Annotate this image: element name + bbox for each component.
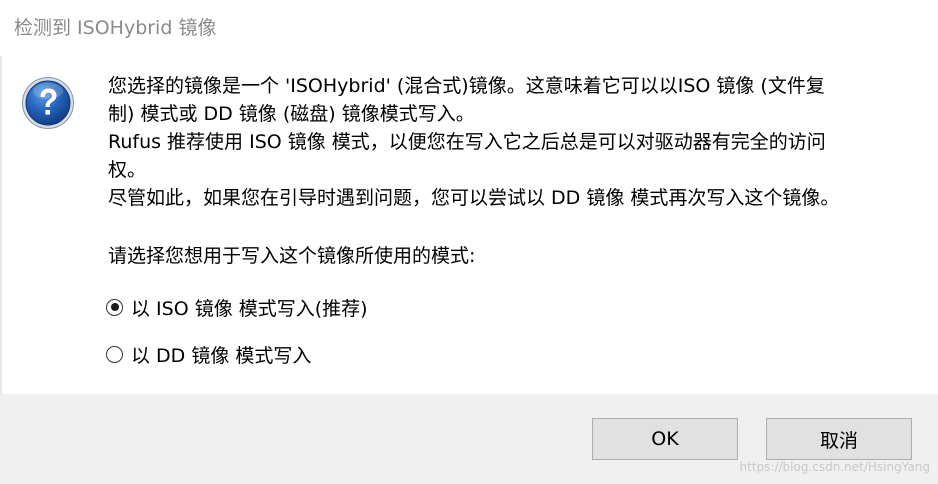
- radio-option-dd[interactable]: 以 DD 镜像 模式写入: [106, 340, 311, 368]
- dialog-title: 检测到 ISOHybrid 镜像: [14, 17, 217, 39]
- radio-option-iso[interactable]: 以 ISO 镜像 模式写入(推荐): [106, 293, 368, 321]
- radio-label: 以 ISO 镜像 模式写入(推荐): [131, 297, 368, 320]
- watermark: https://blog.csdn.net/HsingYang: [739, 460, 930, 474]
- window-edge: [0, 56, 2, 396]
- message-line: 您选择的镜像是一个 'ISOHybrid' (混合式)镜像。这意味着它可以以IS…: [108, 75, 825, 97]
- question-icon: [21, 76, 75, 130]
- radio-button-checked[interactable]: [106, 298, 123, 316]
- message-line: 尽管如此，如果您在引导时遇到问题，您可以尝试以 DD 镜像 模式再次写入这个镜像…: [108, 187, 840, 209]
- mode-prompt: 请选择您想用于写入这个镜像所使用的模式:: [108, 245, 476, 267]
- title-bar: 检测到 ISOHybrid 镜像: [0, 0, 938, 56]
- radio-button[interactable]: [106, 345, 123, 363]
- message-line: 制) 模式或 DD 镜像 (磁盘) 镜像模式写入。: [108, 103, 475, 125]
- ok-button[interactable]: OK: [592, 418, 738, 460]
- message-line: Rufus 推荐使用 ISO 镜像 模式，以便您在写入它之后总是可以对驱动器有完…: [108, 131, 826, 153]
- message-line: 权。: [108, 159, 147, 181]
- dialog-message: 您选择的镜像是一个 'ISOHybrid' (混合式)镜像。这意味着它可以以IS…: [108, 72, 923, 212]
- cancel-button[interactable]: 取消: [766, 418, 912, 460]
- radio-label: 以 DD 镜像 模式写入: [131, 344, 312, 367]
- button-bar: OK 取消 https://blog.csdn.net/HsingYang: [0, 394, 938, 484]
